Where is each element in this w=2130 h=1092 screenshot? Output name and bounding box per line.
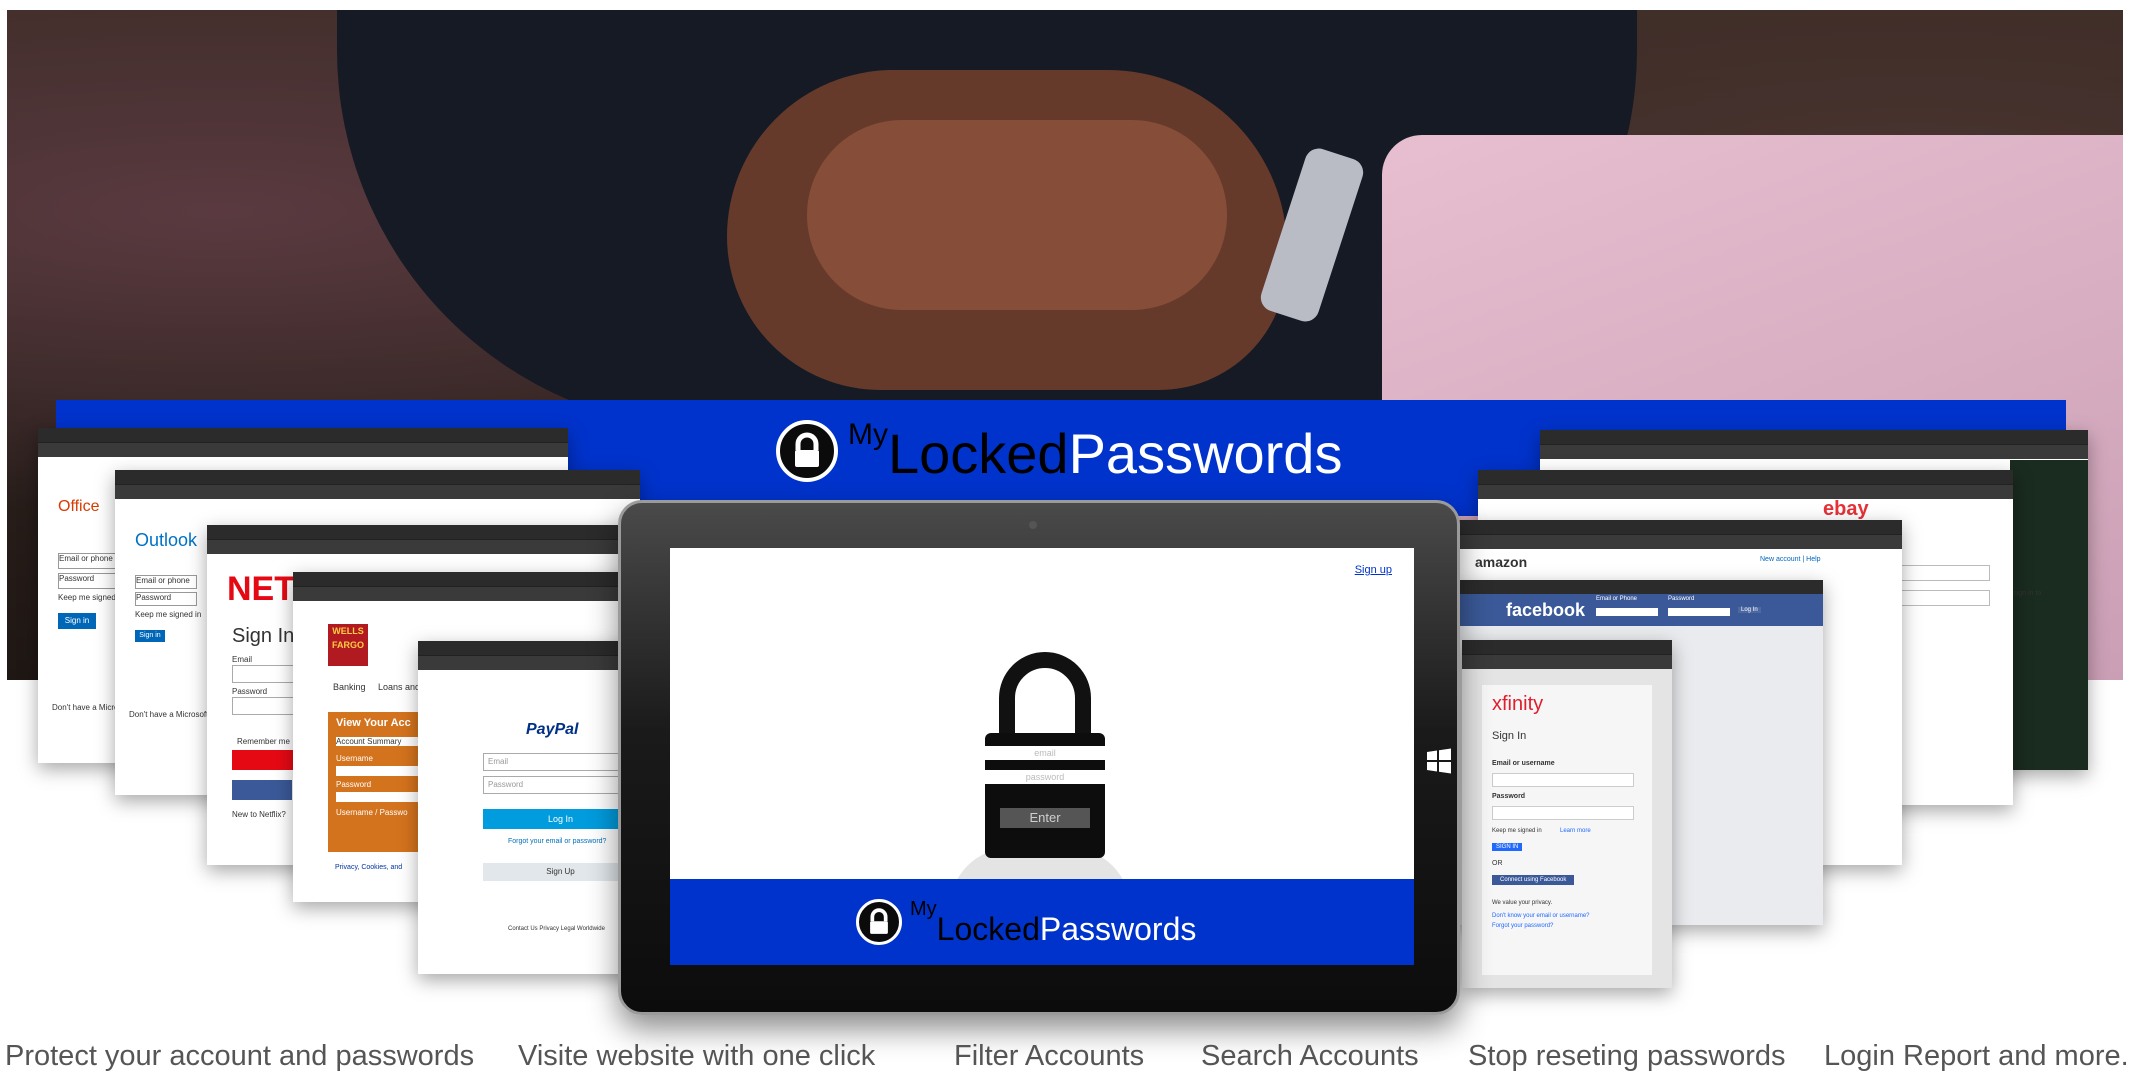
xfinity-logo: xfinity <box>1492 693 1544 715</box>
brand-locked: Locked <box>888 422 1069 485</box>
tablet-brand-footer: My Locked Passwords <box>670 879 1414 965</box>
signup-link[interactable]: Sign up <box>1355 564 1392 576</box>
xfinity-login-window: xfinity Sign In Email or username Passwo… <box>1462 640 1672 988</box>
brand-logo: My Locked Passwords <box>776 420 1342 482</box>
xfinity-forgot-password[interactable]: Forgot your password? <box>1492 923 1553 929</box>
netflix-password-label: Password <box>232 687 268 696</box>
feature-filter: Filter Accounts <box>954 1040 1145 1072</box>
facebook-email-label: Email or Phone <box>1596 596 1638 602</box>
facebook-login-button[interactable]: Log In <box>1738 607 1761 613</box>
outlook-keep-signed[interactable]: Keep me signed in <box>135 610 201 619</box>
xfinity-password-field[interactable] <box>1492 806 1634 820</box>
netflix-footer: New to Netflix? <box>232 810 286 819</box>
windows-icon[interactable] <box>1426 748 1452 774</box>
camera-icon <box>1029 521 1037 529</box>
feature-protect: Protect your account and passwords <box>5 1040 475 1072</box>
facebook-email-field[interactable] <box>1596 608 1658 616</box>
wellsfargo-nav-loans[interactable]: Loans and <box>378 682 420 692</box>
tablet-brand-passwords: Passwords <box>1039 911 1197 947</box>
xfinity-password-label: Password <box>1492 793 1526 800</box>
paypal-login-button[interactable]: Log In <box>483 809 638 829</box>
xfinity-user-label: Email or username <box>1492 760 1555 767</box>
paypal-logo: PayPal <box>526 721 579 738</box>
xfinity-privacy: We value your privacy. <box>1492 900 1553 906</box>
feature-stop-reset: Stop reseting passwords <box>1468 1040 1786 1072</box>
feature-visit: Visite website with one click <box>518 1040 876 1072</box>
office-password-field[interactable]: Password <box>58 573 120 589</box>
xfinity-learn-link[interactable]: Learn more <box>1560 828 1591 834</box>
paypal-email-field[interactable]: Email <box>483 753 639 771</box>
tablet-screen: Sign up email password Enter My Locked P… <box>670 548 1414 965</box>
ebay-email-field[interactable] <box>1898 565 1990 581</box>
xfinity-facebook-button[interactable]: Connect using Facebook <box>1492 875 1575 885</box>
feature-login-report: Login Report and more. <box>1824 1040 2129 1072</box>
office-signin-button[interactable]: Sign in <box>58 613 96 629</box>
tablet-brand-locked: Locked <box>936 911 1040 947</box>
paypal-signup-button[interactable]: Sign Up <box>483 863 638 881</box>
lock-password-input[interactable]: password <box>985 770 1105 784</box>
wellsfargo-privacy-link[interactable]: Privacy, Cookies, and <box>335 864 402 871</box>
facebook-password-label: Password <box>1668 596 1695 602</box>
lock-icon <box>776 420 838 482</box>
paypal-password-field[interactable]: Password <box>483 776 639 794</box>
outlook-email-field[interactable]: Email or phone <box>135 575 197 589</box>
ebay-logo: ebay <box>1823 498 1869 520</box>
netflix-facebook-button[interactable] <box>232 780 292 800</box>
xfinity-signin-heading: Sign In <box>1492 730 1527 742</box>
outlook-password-field[interactable]: Password <box>135 592 197 606</box>
brand-my: My <box>848 418 888 451</box>
xfinity-forgot-user[interactable]: Don't know your email or username? <box>1492 913 1590 919</box>
xfinity-panel: xfinity Sign In Email or username Passwo… <box>1482 685 1652 975</box>
wellsfargo-nav-banking[interactable]: Banking <box>333 682 366 692</box>
brand-passwords: Passwords <box>1068 422 1343 485</box>
office-email-field[interactable]: Email or phone <box>58 553 120 569</box>
feature-search: Search Accounts <box>1201 1040 1419 1072</box>
facebook-password-field[interactable] <box>1668 608 1730 616</box>
wellsfargo-password-label: Password <box>336 780 372 789</box>
lock-email-input[interactable]: email <box>985 746 1105 760</box>
outlook-signin-button[interactable]: Sign in <box>135 630 165 642</box>
facebook-logo: facebook <box>1506 600 1586 620</box>
office-logo: Office <box>58 498 100 515</box>
wellsfargo-username-label: Username <box>336 754 373 763</box>
xfinity-or: OR <box>1492 860 1503 867</box>
amazon-logo: amazon <box>1475 554 1528 570</box>
tablet-lock-icon <box>856 899 902 945</box>
ebay-password-field[interactable] <box>1898 590 1990 606</box>
wellsfargo-username-link[interactable]: Username / Passwo <box>336 808 408 817</box>
paypal-footer: Contact Us Privacy Legal Worldwide <box>508 926 605 932</box>
tablet-brand-logo: My Locked Passwords <box>856 899 1196 945</box>
netflix-signin-heading: Sign In <box>232 625 295 647</box>
outlook-logo: Outlook <box>135 530 198 550</box>
wellsfargo-panel-heading: View Your Acc <box>336 717 411 729</box>
enter-button[interactable]: Enter <box>1000 808 1090 828</box>
netflix-remember[interactable]: Remember me <box>237 737 290 746</box>
tablet-brand-my: My <box>910 898 937 920</box>
xfinity-keep-signed[interactable]: Keep me signed in <box>1492 828 1542 834</box>
wellsfargo-logo: WELLS FARGO <box>328 624 368 666</box>
amazon-help-link[interactable]: New account | Help <box>1760 556 1821 563</box>
xfinity-user-field[interactable] <box>1492 773 1634 787</box>
facebook-header: facebook Email or Phone Password Log In <box>1458 594 1823 626</box>
outlookcom-photo <box>2010 460 2088 770</box>
paypal-forgot-link[interactable]: Forgot your email or password? <box>508 838 606 845</box>
netflix-email-label: Email <box>232 655 253 664</box>
xfinity-signin-button[interactable]: SIGN IN <box>1492 843 1523 851</box>
